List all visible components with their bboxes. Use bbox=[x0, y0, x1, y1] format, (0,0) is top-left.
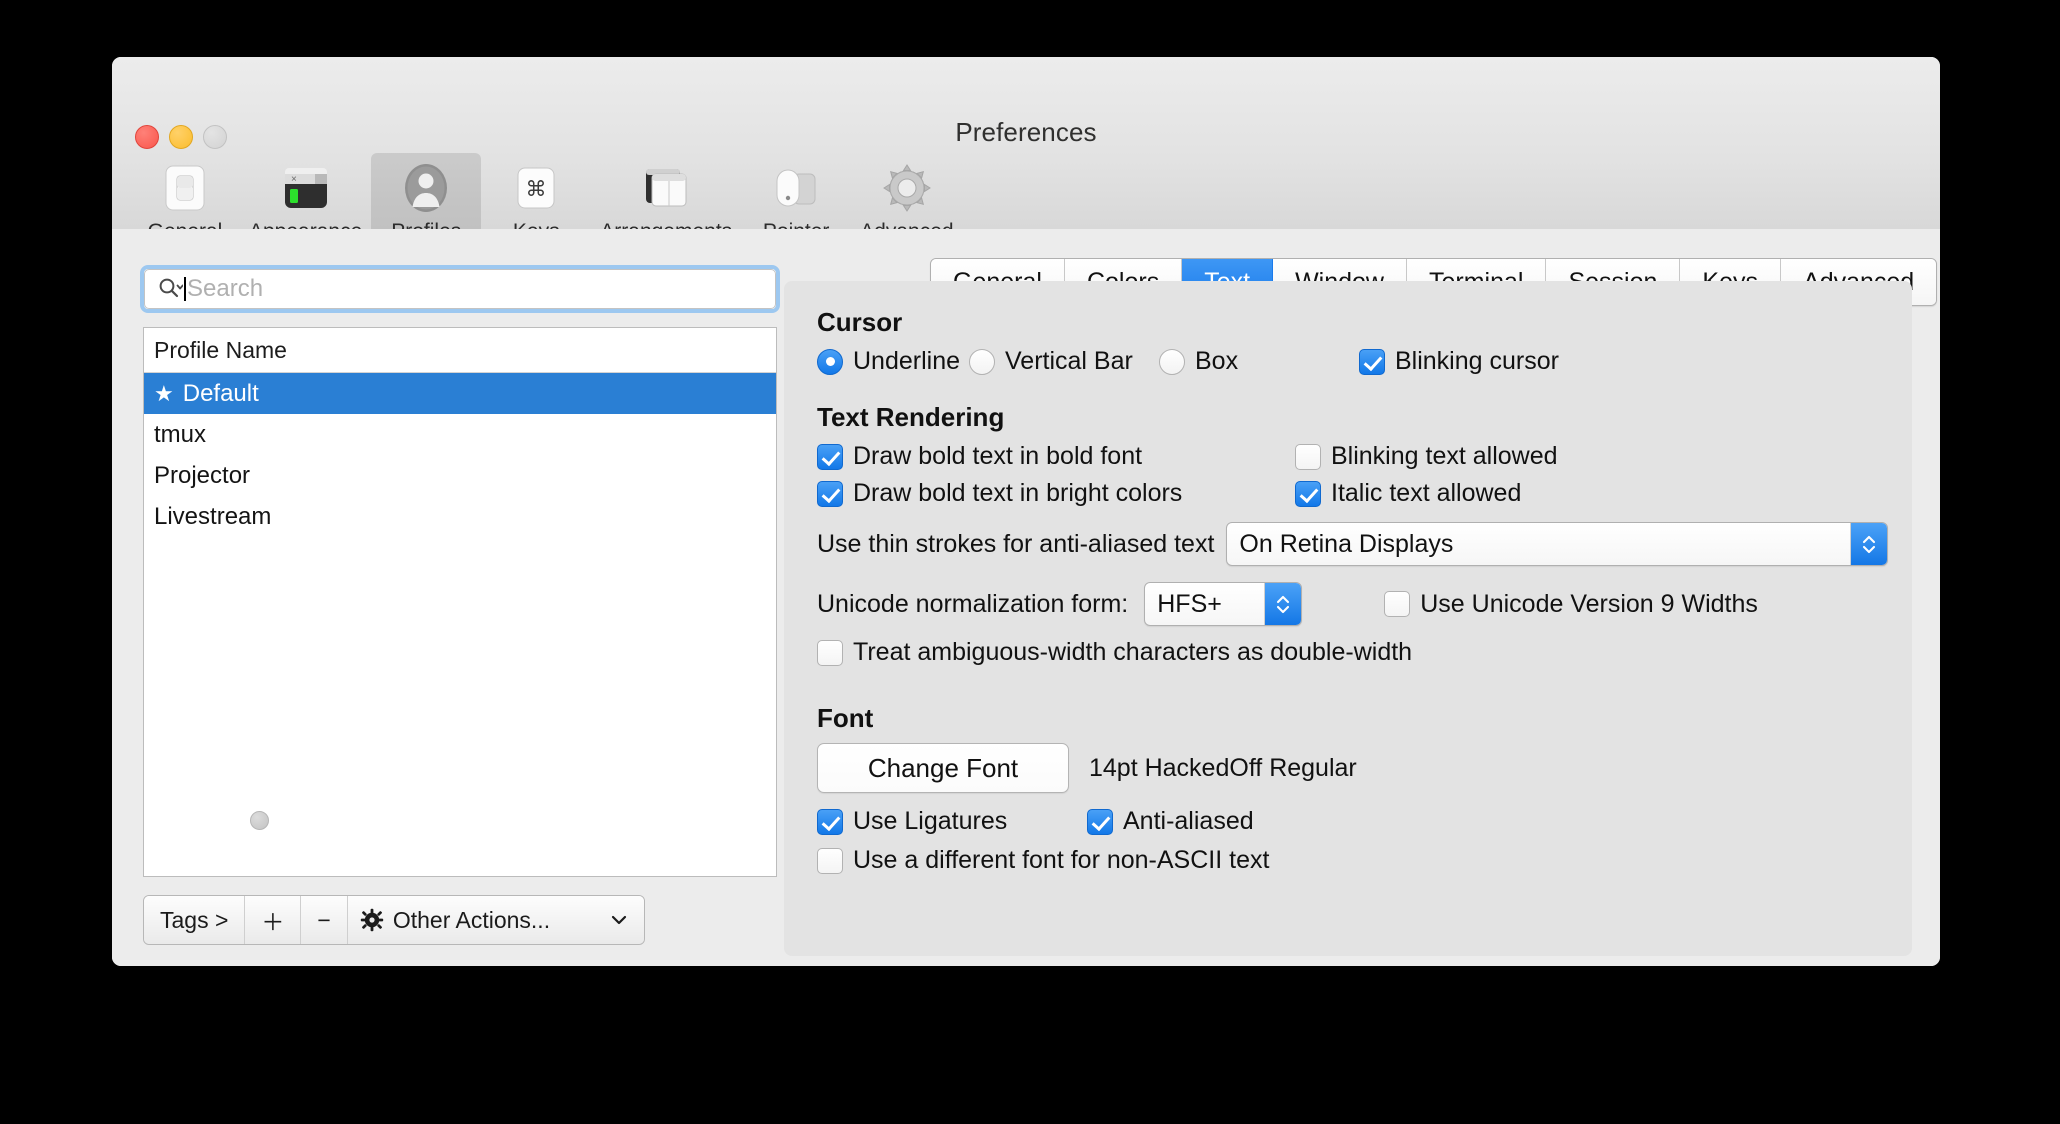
current-font-label: 14pt HackedOff Regular bbox=[1089, 753, 1357, 782]
text-tab-panel: Cursor Underline Vertical Bar Box Blinki… bbox=[784, 281, 1912, 956]
list-item[interactable]: ★ Default bbox=[144, 373, 776, 414]
advanced-gear-icon bbox=[879, 160, 935, 216]
checkbox-draw-bold-text-in-bold-font[interactable]: Draw bold text in bold font bbox=[817, 442, 1295, 471]
radio-underline[interactable]: Underline bbox=[817, 347, 969, 376]
checkbox-indicator bbox=[1359, 348, 1385, 375]
column-header-profile-name: Profile Name bbox=[154, 336, 287, 363]
list-item-label: Livestream bbox=[154, 502, 272, 530]
checkbox-use-different-font-for-non-ascii[interactable]: Use a different font for non-ASCII text bbox=[817, 846, 1269, 875]
checkbox-indicator bbox=[817, 808, 843, 835]
text-rendering-section: Text Rendering Draw bold text in bold fo… bbox=[817, 402, 1888, 667]
pointer-mouse-icon bbox=[768, 160, 824, 216]
radio-indicator bbox=[969, 348, 995, 375]
profiles-list-header: Profile Name bbox=[144, 328, 776, 373]
checkbox-label: Anti-aliased bbox=[1123, 807, 1254, 835]
stepper-arrows-icon[interactable] bbox=[1850, 523, 1887, 565]
checkbox-anti-aliased[interactable]: Anti-aliased bbox=[1087, 807, 1254, 836]
checkbox-label: Use a different font for non-ASCII text bbox=[853, 846, 1270, 874]
text-cursor bbox=[184, 277, 186, 301]
general-switch-icon bbox=[157, 160, 213, 216]
other-actions-label: Other Actions... bbox=[392, 906, 551, 933]
keys-command-key-icon: ⌘ bbox=[508, 160, 564, 216]
search-field-wrapper: Search bbox=[140, 265, 780, 313]
font-heading: Font bbox=[817, 703, 874, 733]
unicode-normalization-label: Unicode normalization form: bbox=[817, 589, 1129, 618]
checkbox-indicator bbox=[1087, 808, 1113, 835]
checkbox-indicator bbox=[817, 639, 843, 666]
radio-box[interactable]: Box bbox=[1159, 347, 1359, 376]
checkbox-draw-bold-text-in-bright-colors[interactable]: Draw bold text in bright colors bbox=[817, 479, 1295, 508]
gear-icon bbox=[360, 908, 384, 932]
cursor-heading: Cursor bbox=[817, 307, 903, 337]
chevron-down-icon bbox=[608, 909, 630, 931]
remove-profile-button[interactable]: − bbox=[301, 896, 348, 944]
radio-label: Box bbox=[1195, 347, 1239, 375]
checkbox-label: Use Ligatures bbox=[853, 807, 1008, 835]
checkbox-blinking-cursor[interactable]: Blinking cursor bbox=[1359, 347, 1559, 376]
search-input[interactable]: Search bbox=[144, 269, 776, 309]
list-item[interactable]: Projector bbox=[144, 455, 776, 496]
checkbox-use-unicode-version-9-widths[interactable]: Use Unicode Version 9 Widths bbox=[1384, 590, 1758, 619]
checkbox-blinking-text-allowed[interactable]: Blinking text allowed bbox=[1295, 442, 1558, 471]
add-profile-button[interactable]: ＋ bbox=[245, 896, 302, 944]
profiles-action-bar: Tags > ＋ − Other Actions... bbox=[143, 895, 645, 945]
checkbox-label: Draw bold text in bold font bbox=[853, 442, 1143, 470]
profile-settings-pane: General Colors Text Window Terminal Sess… bbox=[772, 229, 1940, 966]
window-body: Search Profile Name ★ Default tmux Proje… bbox=[112, 229, 1940, 966]
svg-text:⌘: ⌘ bbox=[526, 178, 547, 201]
tags-button[interactable]: Tags > bbox=[144, 896, 246, 944]
arrangements-windows-icon bbox=[638, 160, 694, 216]
list-item[interactable]: tmux bbox=[144, 414, 776, 455]
stepper-arrows-icon[interactable] bbox=[1264, 583, 1302, 625]
checkbox-label: Use Unicode Version 9 Widths bbox=[1420, 589, 1758, 618]
profiles-sidebar: Search Profile Name ★ Default tmux Proje… bbox=[112, 229, 780, 966]
radio-label: Vertical Bar bbox=[1005, 347, 1133, 375]
radio-indicator bbox=[1159, 348, 1185, 375]
text-rendering-heading: Text Rendering bbox=[817, 402, 1005, 432]
checkbox-label: Italic text allowed bbox=[1331, 479, 1522, 507]
radio-indicator bbox=[817, 348, 843, 375]
checkbox-use-ligatures[interactable]: Use Ligatures bbox=[817, 807, 1007, 836]
appearance-terminal-icon: × bbox=[278, 160, 334, 216]
split-view-handle[interactable] bbox=[250, 811, 269, 830]
checkbox-label: Blinking text allowed bbox=[1331, 442, 1558, 470]
unicode-normalization-dropdown[interactable]: HFS+ bbox=[1144, 582, 1303, 626]
list-item-label: tmux bbox=[154, 420, 207, 448]
radio-label: Underline bbox=[853, 347, 961, 375]
list-item[interactable]: Livestream bbox=[144, 496, 776, 537]
search-placeholder: Search bbox=[187, 275, 264, 302]
default-profile-star-icon: ★ bbox=[154, 380, 174, 406]
search-magnifier-icon[interactable] bbox=[157, 276, 184, 302]
checkbox-indicator bbox=[1295, 443, 1321, 470]
checkbox-indicator bbox=[817, 480, 843, 507]
checkbox-indicator bbox=[1295, 480, 1321, 507]
thin-strokes-value: On Retina Displays bbox=[1239, 529, 1454, 558]
checkbox-label: Blinking cursor bbox=[1395, 347, 1559, 375]
window-titlebar: Preferences General bbox=[112, 57, 1940, 248]
checkbox-treat-ambiguous-width-as-double-width[interactable]: Treat ambiguous-width characters as doub… bbox=[817, 638, 1412, 667]
font-section: Font Change Font 14pt HackedOff Regular … bbox=[817, 703, 1888, 875]
svg-text:×: × bbox=[291, 174, 297, 185]
list-item-label: Default bbox=[182, 379, 259, 407]
checkbox-label: Draw bold text in bright colors bbox=[853, 479, 1183, 507]
checkbox-indicator bbox=[817, 443, 843, 470]
list-item-label: Projector bbox=[154, 461, 251, 489]
profiles-list[interactable]: Profile Name ★ Default tmux Projector Li… bbox=[143, 327, 777, 877]
unicode-normalization-value: HFS+ bbox=[1157, 589, 1222, 618]
checkbox-indicator bbox=[817, 847, 843, 874]
window-title: Preferences bbox=[955, 117, 1097, 147]
thin-strokes-label: Use thin strokes for anti-aliased text bbox=[817, 529, 1215, 558]
checkbox-label: Treat ambiguous-width characters as doub… bbox=[853, 638, 1413, 666]
cursor-section: Cursor Underline Vertical Bar Box Blinki… bbox=[817, 307, 1888, 376]
checkbox-indicator bbox=[1384, 591, 1411, 617]
radio-vertical-bar[interactable]: Vertical Bar bbox=[969, 347, 1159, 376]
profiles-person-icon bbox=[398, 160, 454, 216]
other-actions-button[interactable]: Other Actions... bbox=[347, 896, 644, 944]
change-font-button[interactable]: Change Font bbox=[817, 743, 1069, 793]
preferences-window: Preferences General bbox=[112, 57, 1940, 966]
checkbox-italic-text-allowed[interactable]: Italic text allowed bbox=[1295, 479, 1521, 508]
thin-strokes-dropdown[interactable]: On Retina Displays bbox=[1226, 522, 1888, 566]
